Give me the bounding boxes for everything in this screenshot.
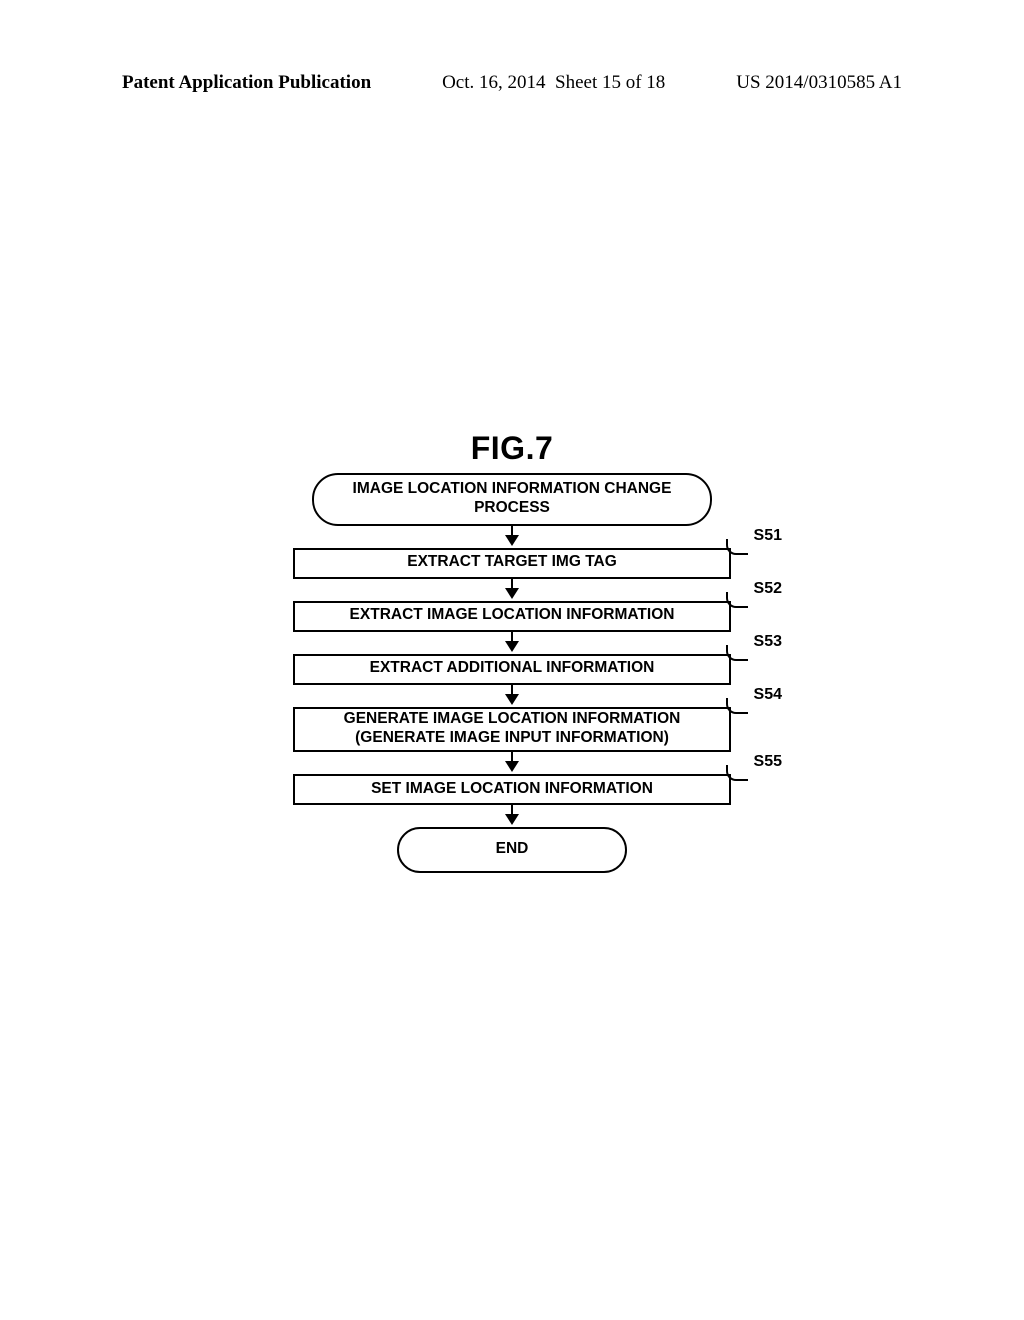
flowchart-start-terminator: IMAGE LOCATION INFORMATION CHANGE PROCES…	[312, 473, 712, 526]
header-sheet: Sheet 15 of 18	[555, 72, 665, 93]
step-text: EXTRACT TARGET IMG TAG	[407, 553, 617, 570]
flowchart-step-s52-row: S52 EXTRACT IMAGE LOCATION INFORMATION	[242, 601, 782, 632]
flowchart: IMAGE LOCATION INFORMATION CHANGE PROCES…	[242, 473, 782, 873]
flowchart-step-s55-row: S55 SET IMAGE LOCATION INFORMATION	[242, 774, 782, 805]
flowchart-step-s53: EXTRACT ADDITIONAL INFORMATION	[293, 654, 731, 685]
step-hook-icon	[726, 539, 748, 555]
header-publication-number: US 2014/0310585 A1	[736, 72, 902, 94]
step-hook-icon	[726, 698, 748, 714]
arrow-icon	[505, 805, 519, 827]
step-text: EXTRACT IMAGE LOCATION INFORMATION	[350, 606, 675, 623]
flowchart-step-s52: EXTRACT IMAGE LOCATION INFORMATION	[293, 601, 731, 632]
step-label-s53: S53	[754, 633, 782, 651]
flowchart-end-text: END	[496, 839, 529, 858]
step-text-line1: GENERATE IMAGE LOCATION INFORMATION	[344, 710, 681, 727]
flowchart-start-text: IMAGE LOCATION INFORMATION CHANGE PROCES…	[342, 479, 682, 518]
step-label-s54: S54	[754, 686, 782, 704]
page-header: Patent Application Publication Oct. 16, …	[0, 72, 1024, 94]
step-text: SET IMAGE LOCATION INFORMATION	[371, 780, 653, 797]
arrow-icon	[505, 579, 519, 601]
arrow-icon	[505, 685, 519, 707]
step-label-s52: S52	[754, 580, 782, 598]
step-label-s51: S51	[754, 527, 782, 545]
flowchart-end-terminator: END	[397, 827, 627, 872]
header-date: Oct. 16, 2014	[442, 72, 545, 93]
figure-7: FIG.7 IMAGE LOCATION INFORMATION CHANGE …	[0, 430, 1024, 873]
page: Patent Application Publication Oct. 16, …	[0, 0, 1024, 1320]
step-hook-icon	[726, 765, 748, 781]
arrow-icon	[505, 526, 519, 548]
flowchart-step-s51-row: S51 EXTRACT TARGET IMG TAG	[242, 548, 782, 579]
flowchart-step-s54-row: S54 GENERATE IMAGE LOCATION INFORMATION …	[242, 707, 782, 752]
step-hook-icon	[726, 645, 748, 661]
flowchart-step-s55: SET IMAGE LOCATION INFORMATION	[293, 774, 731, 805]
step-text-line2: (GENERATE IMAGE INPUT INFORMATION)	[355, 729, 669, 746]
step-label-s55: S55	[754, 753, 782, 771]
header-publication-type: Patent Application Publication	[122, 72, 371, 94]
step-hook-icon	[726, 592, 748, 608]
arrow-icon	[505, 632, 519, 654]
step-text: EXTRACT ADDITIONAL INFORMATION	[370, 659, 655, 676]
header-date-sheet: Oct. 16, 2014 Sheet 15 of 18	[442, 72, 665, 94]
arrow-icon	[505, 752, 519, 774]
figure-title: FIG.7	[471, 430, 554, 467]
page-header-inner: Patent Application Publication Oct. 16, …	[122, 72, 902, 94]
flowchart-step-s54: GENERATE IMAGE LOCATION INFORMATION (GEN…	[293, 707, 731, 752]
flowchart-step-s51: EXTRACT TARGET IMG TAG	[293, 548, 731, 579]
flowchart-step-s53-row: S53 EXTRACT ADDITIONAL INFORMATION	[242, 654, 782, 685]
